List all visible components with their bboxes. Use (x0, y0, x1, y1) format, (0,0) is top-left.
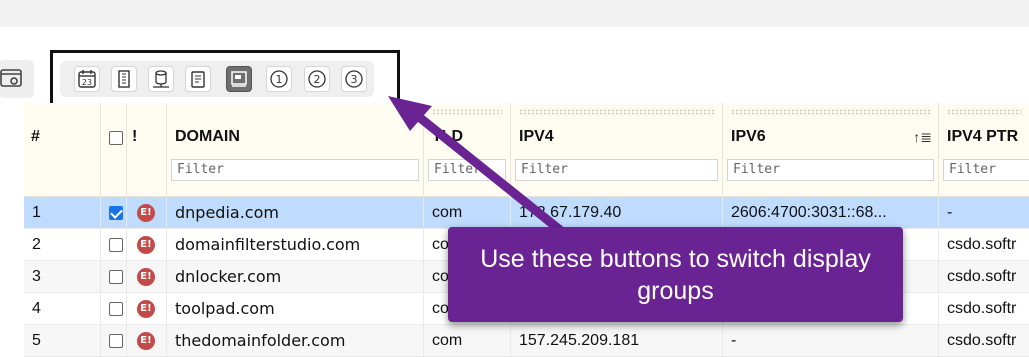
col-header-ipv4[interactable]: IPV4 Filter (511, 103, 723, 197)
col-tld-label: TLD (432, 128, 464, 145)
ipv4-cell[interactable]: 172.67.179.40 (511, 197, 723, 229)
tld-cell[interactable]: com (424, 325, 511, 357)
row-num: 4 (24, 293, 101, 325)
row-checkbox[interactable] (109, 334, 123, 348)
settings-window-icon (0, 69, 22, 87)
top-bar (0, 0, 1029, 27)
ptr-cell[interactable]: csdo.softr (939, 261, 1029, 293)
row-flag: E! (127, 325, 167, 357)
row-select[interactable] (101, 325, 127, 357)
tutorial-callout: Use these buttons to switch display grou… (448, 227, 903, 322)
ipv6-cell[interactable]: - (723, 325, 939, 357)
col-ipv4-label: IPV4 (519, 128, 554, 145)
col-num-label: # (31, 128, 40, 145)
ipv6-cell[interactable]: 2606:4700:3031::68... (723, 197, 939, 229)
table-row[interactable]: 5 E! thedomainfolder.com com 157.245.209… (24, 325, 1029, 357)
col-header-ipv6[interactable]: IPV6 ↑≣ Filter (723, 103, 939, 197)
column-drag-grip[interactable] (432, 109, 502, 115)
select-all-checkbox[interactable] (109, 131, 123, 145)
col-ipv4ptr-label: IPV4 PTR (947, 128, 1019, 145)
tld-filter-input[interactable]: Filter (428, 159, 506, 181)
error-badge-icon: E! (137, 332, 155, 350)
row-num: 5 (24, 325, 101, 357)
left-panel-tab[interactable] (0, 60, 34, 98)
domain-cell[interactable]: thedomainfolder.com (167, 325, 424, 357)
row-checkbox[interactable] (109, 238, 123, 252)
domain-filter-input[interactable]: Filter (171, 159, 419, 181)
row-num: 2 (24, 229, 101, 261)
row-checkbox[interactable] (109, 206, 123, 220)
error-badge-icon: E! (137, 236, 155, 254)
col-header-select[interactable] (101, 103, 127, 197)
row-select[interactable] (101, 197, 127, 229)
row-num: 3 (24, 261, 101, 293)
domain-cell[interactable]: domainfilterstudio.com (167, 229, 424, 261)
grid-header: # ! DOMAIN Filter TLD Filter IPV4 Filter… (24, 103, 1029, 197)
row-checkbox[interactable] (109, 270, 123, 284)
row-flag: E! (127, 293, 167, 325)
col-ipv6-label: IPV6 (731, 128, 766, 145)
tld-cell[interactable]: com (424, 197, 511, 229)
ptr-cell[interactable]: csdo.softr (939, 293, 1029, 325)
col-header-num[interactable]: # (24, 103, 101, 197)
error-badge-icon: E! (137, 300, 155, 318)
sort-icon[interactable]: ↑≣ (913, 129, 932, 146)
ptr-cell[interactable]: csdo.softr (939, 229, 1029, 261)
error-badge-icon: E! (137, 268, 155, 286)
row-select[interactable] (101, 229, 127, 261)
ptr-cell[interactable]: - (939, 197, 1029, 229)
col-flag-label: ! (132, 128, 138, 145)
col-header-flag[interactable]: ! (127, 103, 167, 197)
row-flag: E! (127, 197, 167, 229)
col-header-tld[interactable]: TLD Filter (424, 103, 511, 197)
ipv4-filter-input[interactable]: Filter (515, 159, 718, 181)
toolbar-highlight-box (50, 50, 400, 109)
col-header-domain[interactable]: DOMAIN Filter (167, 103, 424, 197)
ipv4-cell[interactable]: 157.245.209.181 (511, 325, 723, 357)
table-row[interactable]: 1 E! dnpedia.com com 172.67.179.40 2606:… (24, 197, 1029, 229)
column-drag-grip[interactable] (519, 109, 714, 115)
row-select[interactable] (101, 293, 127, 325)
row-checkbox[interactable] (109, 302, 123, 316)
domain-cell[interactable]: dnpedia.com (167, 197, 424, 229)
row-flag: E! (127, 261, 167, 293)
ptr-cell[interactable]: csdo.softr (939, 325, 1029, 357)
ipv6-filter-input[interactable]: Filter (727, 159, 934, 181)
col-header-ipv4ptr[interactable]: IPV4 PTR Filter (939, 103, 1029, 197)
ipv4ptr-filter-input[interactable]: Filter (943, 159, 1029, 181)
domain-cell[interactable]: dnlocker.com (167, 261, 424, 293)
domain-cell[interactable]: toolpad.com (167, 293, 424, 325)
column-drag-grip[interactable] (731, 109, 930, 115)
error-badge-icon: E! (137, 204, 155, 222)
col-domain-label: DOMAIN (175, 128, 240, 145)
row-num: 1 (24, 197, 101, 229)
row-flag: E! (127, 229, 167, 261)
row-select[interactable] (101, 261, 127, 293)
column-drag-grip[interactable] (947, 109, 1021, 115)
